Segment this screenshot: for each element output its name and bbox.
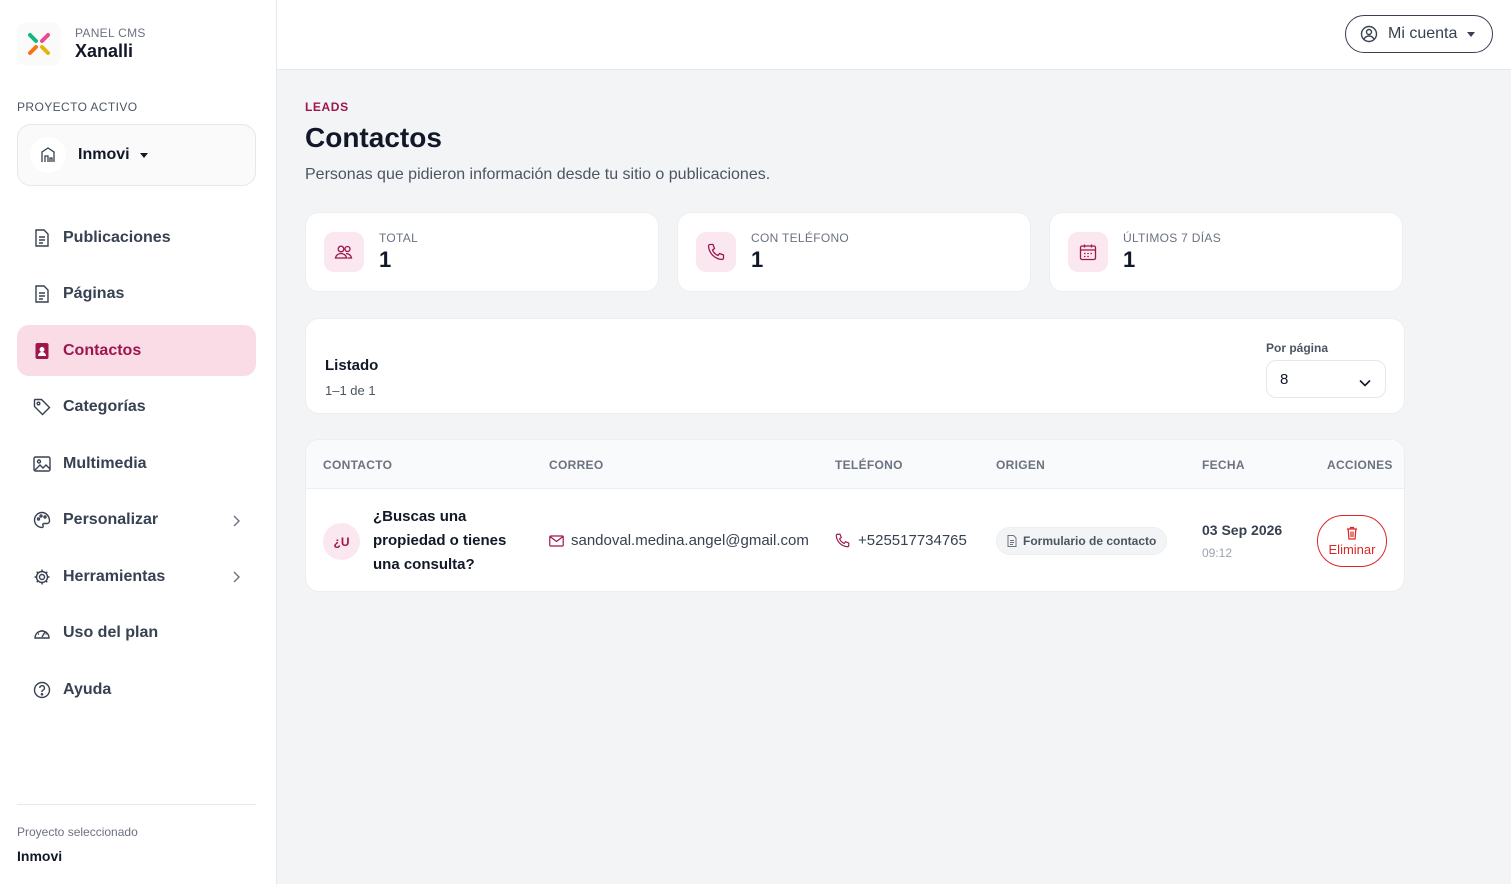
- sidebar-item-contactos[interactable]: Contactos: [17, 325, 256, 376]
- per-page-value: 8: [1280, 370, 1289, 388]
- file-text-icon: [33, 285, 51, 303]
- stat-value: 1: [379, 247, 392, 272]
- avatar: ¿U: [323, 523, 360, 560]
- listing-title: Listado: [325, 357, 379, 374]
- sidebar-item-herramientas[interactable]: Herramientas: [17, 551, 256, 602]
- origin-badge: Formulario de contacto: [996, 527, 1168, 555]
- brand[interactable]: PANEL CMS Xanalli: [17, 22, 146, 66]
- contact-phone-text: +525517734765: [858, 532, 967, 549]
- chevron-right-icon: [232, 570, 240, 588]
- stat-label: TOTAL: [379, 231, 419, 245]
- caret-down-icon: [139, 152, 148, 158]
- stat-card-last-7-days: ÚLTIMOS 7 DÍAS 1: [1049, 212, 1403, 292]
- stats-row: TOTAL 1 CON TELÉFONO 1 ÚLTIMOS 7 DÍAS 1: [305, 212, 1403, 292]
- sidebar-item-paginas[interactable]: Páginas: [17, 269, 256, 320]
- selected-project-value: Inmovi: [17, 848, 63, 864]
- contact-name: ¿Buscas una propiedad o tienes una consu…: [373, 508, 507, 573]
- help-circle-icon: [33, 681, 51, 699]
- contact-phone[interactable]: +525517734765: [835, 532, 967, 549]
- gear-icon: [33, 568, 51, 586]
- table-header: CONTACTO CORREO TELÉFONO ORIGEN FECHA AC…: [306, 440, 1404, 489]
- per-page-select[interactable]: 8: [1266, 360, 1386, 398]
- delete-button[interactable]: Eliminar: [1317, 515, 1387, 567]
- column-header-telefono: TELÉFONO: [835, 458, 903, 472]
- sidebar-item-label: Contactos: [63, 341, 142, 359]
- file-text-icon: [33, 228, 51, 247]
- sidebar-item-ayuda[interactable]: Ayuda: [17, 664, 256, 715]
- sidebar-item-label: Páginas: [63, 285, 125, 302]
- speedometer-icon: [33, 624, 51, 642]
- stat-card-phone: CON TELÉFONO 1: [677, 212, 1031, 292]
- column-header-fecha: FECHA: [1202, 458, 1245, 472]
- page-eyebrow: LEADS: [305, 100, 349, 114]
- contacts-table: CONTACTO CORREO TELÉFONO ORIGEN FECHA AC…: [305, 439, 1405, 592]
- column-header-contacto: CONTACTO: [323, 458, 393, 472]
- stat-value: 1: [1123, 247, 1136, 272]
- sidebar-item-label: Categorías: [63, 398, 146, 415]
- sidebar-footer: Proyecto seleccionado Inmovi: [17, 804, 256, 864]
- column-header-acciones: ACCIONES: [1327, 458, 1393, 472]
- stat-card-total: TOTAL 1: [305, 212, 659, 292]
- calendar-icon: [1068, 232, 1108, 272]
- chevron-down-icon: [1359, 374, 1371, 391]
- listing-toolbar: Listado 1–1 de 1 Por página 8: [305, 318, 1405, 414]
- sidebar-item-personalizar[interactable]: Personalizar: [17, 495, 256, 546]
- users-icon: [324, 232, 364, 272]
- image-icon: [33, 455, 51, 473]
- topbar: Mi cuenta: [277, 0, 1511, 70]
- phone-icon: [835, 533, 850, 548]
- selected-project-label: Proyecto seleccionado: [17, 825, 138, 839]
- brand-name: Xanalli: [75, 41, 134, 61]
- brand-subtitle: PANEL CMS: [75, 26, 146, 40]
- sidebar-item-label: Uso del plan: [63, 624, 159, 641]
- stat-label: ÚLTIMOS 7 DÍAS: [1123, 231, 1221, 245]
- contact-email-text: sandoval.medina.angel@gmail.com: [571, 532, 809, 549]
- sidebar-nav: Publicaciones Páginas Contactos Categorí…: [17, 212, 256, 721]
- tag-icon: [33, 398, 51, 416]
- contact-time: 09:12: [1202, 546, 1233, 560]
- page-title: Contactos: [305, 122, 442, 153]
- table-row[interactable]: ¿U ¿Buscas una propiedad o tienes una co…: [306, 489, 1404, 591]
- chevron-right-icon: [232, 514, 240, 532]
- palette-icon: [33, 511, 51, 529]
- page-subtitle: Personas que pidieron información desde …: [305, 166, 771, 183]
- sidebar-item-label: Personalizar: [63, 511, 159, 528]
- building-icon: [30, 137, 66, 173]
- contact-email[interactable]: sandoval.medina.angel@gmail.com: [549, 532, 809, 549]
- mail-icon: [549, 534, 564, 547]
- column-header-origen: ORIGEN: [996, 458, 1046, 472]
- caret-down-icon: [1467, 31, 1476, 37]
- sidebar: PANEL CMS Xanalli PROYECTO ACTIVO Inmovi…: [0, 0, 277, 884]
- delete-button-label: Eliminar: [1328, 541, 1376, 557]
- project-name: Inmovi: [78, 146, 130, 163]
- brand-logo-icon: [17, 22, 61, 66]
- sidebar-item-multimedia[interactable]: Multimedia: [17, 438, 256, 489]
- contact-date: 03 Sep 2026: [1202, 522, 1283, 538]
- project-selector[interactable]: Inmovi: [17, 124, 256, 186]
- contact-book-icon: [33, 342, 51, 360]
- origin-text: Formulario de contacto: [1023, 534, 1157, 548]
- trash-icon: [1346, 526, 1358, 540]
- column-header-correo: CORREO: [549, 458, 604, 472]
- phone-icon: [696, 232, 736, 272]
- stat-label: CON TELÉFONO: [751, 231, 850, 245]
- stat-value: 1: [751, 247, 764, 272]
- sidebar-item-label: Multimedia: [63, 454, 147, 472]
- file-text-icon: [1007, 535, 1017, 547]
- user-circle-icon: [1360, 25, 1378, 43]
- listing-range: 1–1 de 1: [325, 383, 376, 398]
- sidebar-item-uso-del-plan[interactable]: Uso del plan: [17, 608, 256, 659]
- sidebar-item-label: Herramientas: [63, 567, 166, 585]
- active-project-label: PROYECTO ACTIVO: [17, 100, 138, 114]
- sidebar-item-categorias[interactable]: Categorías: [17, 382, 256, 433]
- sidebar-item-label: Ayuda: [63, 680, 112, 698]
- account-label: Mi cuenta: [1388, 25, 1458, 42]
- sidebar-item-label: Publicaciones: [63, 228, 171, 246]
- per-page-label: Por página: [1266, 341, 1329, 355]
- account-menu-button[interactable]: Mi cuenta: [1345, 15, 1493, 53]
- sidebar-item-publicaciones[interactable]: Publicaciones: [17, 212, 256, 263]
